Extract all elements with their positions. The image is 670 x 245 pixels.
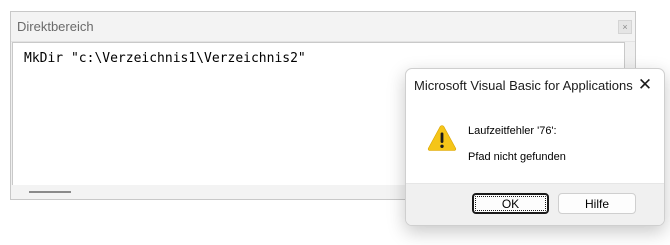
horizontal-scrollbar-thumb[interactable] xyxy=(29,191,71,193)
immediate-window-title: Direktbereich xyxy=(17,19,94,34)
dialog-button-bar: OK Hilfe xyxy=(406,183,664,225)
close-icon[interactable]: ✕ xyxy=(636,76,654,94)
immediate-window-titlebar[interactable]: Direktbereich × xyxy=(11,12,635,42)
dialog-title: Microsoft Visual Basic for Applications xyxy=(414,78,633,93)
help-button[interactable]: Hilfe xyxy=(558,193,636,214)
close-icon[interactable]: × xyxy=(618,20,632,34)
error-dialog: Microsoft Visual Basic for Applications … xyxy=(405,68,665,226)
warning-exclamation-dot xyxy=(440,144,444,148)
warning-icon xyxy=(427,125,457,151)
dialog-titlebar[interactable]: Microsoft Visual Basic for Applications … xyxy=(406,69,664,101)
code-line[interactable]: MkDir "c:\Verzeichnis1\Verzeichnis2" xyxy=(24,51,306,66)
error-number-text: Laufzeitfehler '76': xyxy=(468,125,557,137)
error-message-text: Pfad nicht gefunden xyxy=(468,151,566,163)
warning-exclamation-bar xyxy=(440,132,444,143)
ok-button[interactable]: OK xyxy=(472,193,549,214)
